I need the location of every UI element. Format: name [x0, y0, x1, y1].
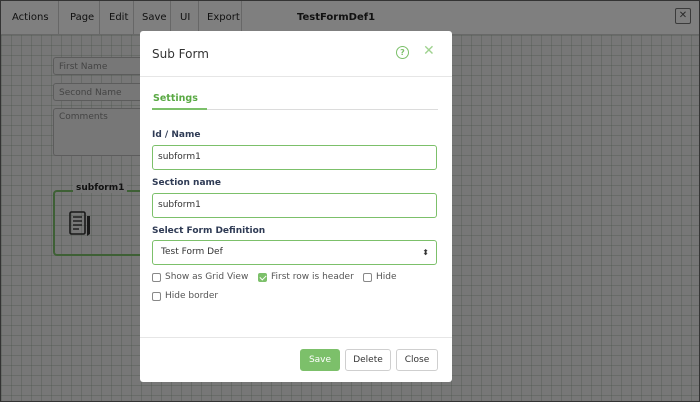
grid-view-label: Show as Grid View [165, 272, 249, 282]
first-row-header-option[interactable]: First row is header [258, 272, 354, 282]
dialog-footer-divider [140, 337, 452, 338]
section-name-input[interactable]: subform1 [152, 193, 437, 218]
id-name-label: Id / Name [152, 130, 201, 140]
section-name-label: Section name [152, 178, 221, 188]
hide-border-checkbox[interactable] [152, 291, 161, 301]
tab-settings[interactable]: Settings [153, 93, 198, 104]
grid-view-option[interactable]: Show as Grid View [152, 272, 248, 282]
first-row-header-label: First row is header [271, 272, 354, 282]
dialog-header: Sub Form ? ✕ [140, 31, 452, 77]
app-window: Actions Page Edit Save UI Export TestFor… [0, 0, 700, 402]
help-icon[interactable]: ? [396, 46, 409, 59]
first-row-header-checkbox[interactable] [258, 272, 267, 282]
close-icon[interactable]: ✕ [423, 43, 435, 59]
id-name-input[interactable]: subform1 [152, 145, 437, 170]
form-definition-select[interactable]: Test Form Def ⬍ [152, 240, 437, 265]
form-definition-label: Select Form Definition [152, 226, 266, 236]
form-definition-value: Test Form Def [161, 247, 223, 257]
hide-label: Hide [376, 272, 397, 282]
grid-view-checkbox[interactable] [152, 272, 161, 282]
hide-border-option[interactable]: Hide border [152, 291, 218, 301]
dialog-title: Sub Form [152, 47, 209, 61]
close-button[interactable]: Close [396, 349, 438, 371]
hide-border-label: Hide border [165, 291, 219, 301]
tab-active-indicator [152, 108, 207, 110]
select-arrows-icon: ⬍ [422, 248, 429, 257]
hide-option[interactable]: Hide [363, 272, 397, 282]
save-button[interactable]: Save [300, 349, 340, 371]
subform-dialog: Sub Form ? ✕ Settings Id / Name subform1… [140, 31, 452, 382]
hide-checkbox[interactable] [363, 272, 372, 282]
delete-button[interactable]: Delete [345, 349, 391, 371]
